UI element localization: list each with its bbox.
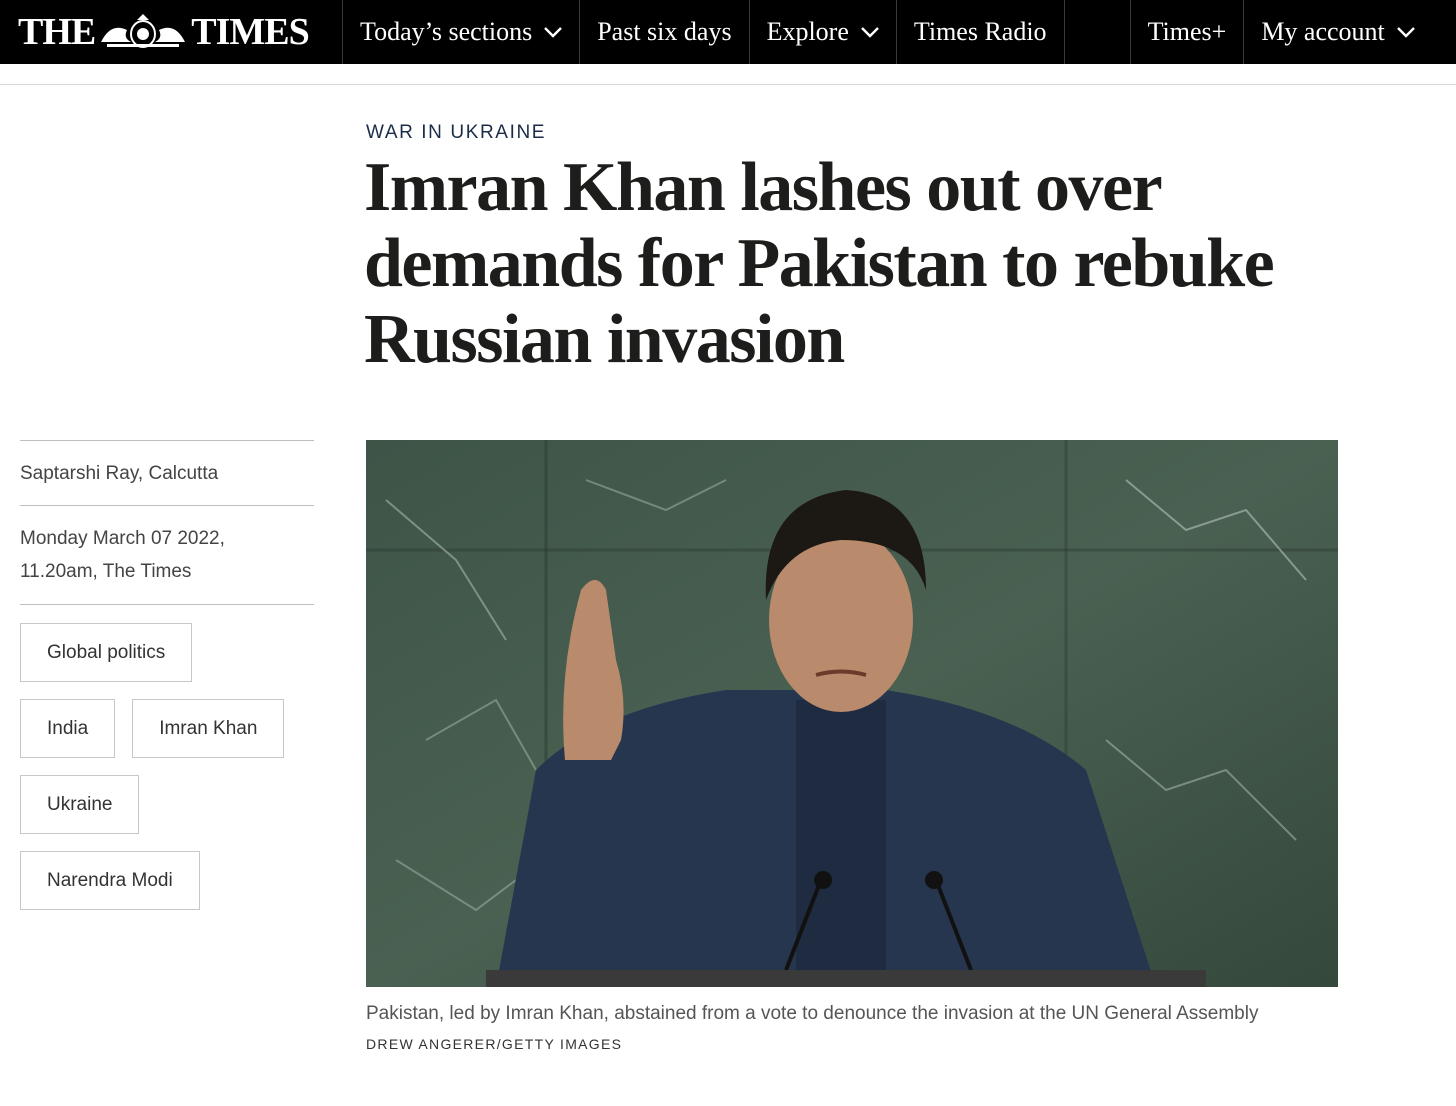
nav-spacer <box>1063 0 1130 64</box>
article-meta-sidebar: Saptarshi Ray, Calcutta Monday March 07 … <box>20 440 314 927</box>
nav-label: Explore <box>766 17 849 46</box>
brand-left: THE <box>18 11 96 53</box>
nav-my-account[interactable]: My account <box>1243 0 1431 64</box>
header-divider <box>0 84 1456 85</box>
chevron-down-icon <box>1396 27 1415 38</box>
nav-label: Times+ <box>1147 17 1227 46</box>
tag-imran-khan[interactable]: Imran Khan <box>132 699 285 758</box>
nav-label: Past six days <box>597 17 732 46</box>
speaker-at-podium-image <box>366 440 1338 987</box>
nav-label: Today’s sections <box>360 17 533 46</box>
nav-explore[interactable]: Explore <box>748 0 896 64</box>
topic-tags: Global politics India Imran Khan Ukraine… <box>20 623 314 927</box>
author-byline[interactable]: Saptarshi Ray, Calcutta <box>20 441 314 505</box>
photo-credit: DREW ANGERER/GETTY IMAGES <box>366 1036 623 1052</box>
tag-ukraine[interactable]: Ukraine <box>20 775 140 834</box>
nav-past-six-days[interactable]: Past six days <box>579 0 748 64</box>
nav-times-radio[interactable]: Times Radio <box>895 0 1064 64</box>
divider <box>20 604 314 605</box>
top-navigation: THE TIMES Today’s sections Past six days… <box>0 0 1456 64</box>
section-kicker[interactable]: WAR IN UKRAINE <box>366 122 546 144</box>
date-line-1: Monday March 07 2022, <box>20 528 225 549</box>
nav-label: My account <box>1261 17 1385 46</box>
tag-global-politics[interactable]: Global politics <box>20 623 193 682</box>
date-line-2: 11.20am, The Times <box>20 561 192 582</box>
brand-right: TIMES <box>191 11 309 53</box>
chevron-down-icon <box>544 27 563 38</box>
article-hero-photo <box>366 440 1338 987</box>
tag-india[interactable]: India <box>20 699 116 758</box>
royal-crest-icon <box>97 12 189 52</box>
tag-narendra-modi[interactable]: Narendra Modi <box>20 851 200 910</box>
article-headline: Imran Khan lashes out over demands for P… <box>364 149 1275 378</box>
times-logo[interactable]: THE TIMES <box>0 0 342 64</box>
nav-label: Times Radio <box>913 17 1047 46</box>
nav-times-plus[interactable]: Times+ <box>1129 0 1244 64</box>
photo-caption: Pakistan, led by Imran Khan, abstained f… <box>366 1003 1259 1024</box>
nav-todays-sections[interactable]: Today’s sections <box>342 0 579 64</box>
chevron-down-icon <box>861 27 879 38</box>
publish-date: Monday March 07 2022, 11.20am, The Times <box>20 506 314 604</box>
